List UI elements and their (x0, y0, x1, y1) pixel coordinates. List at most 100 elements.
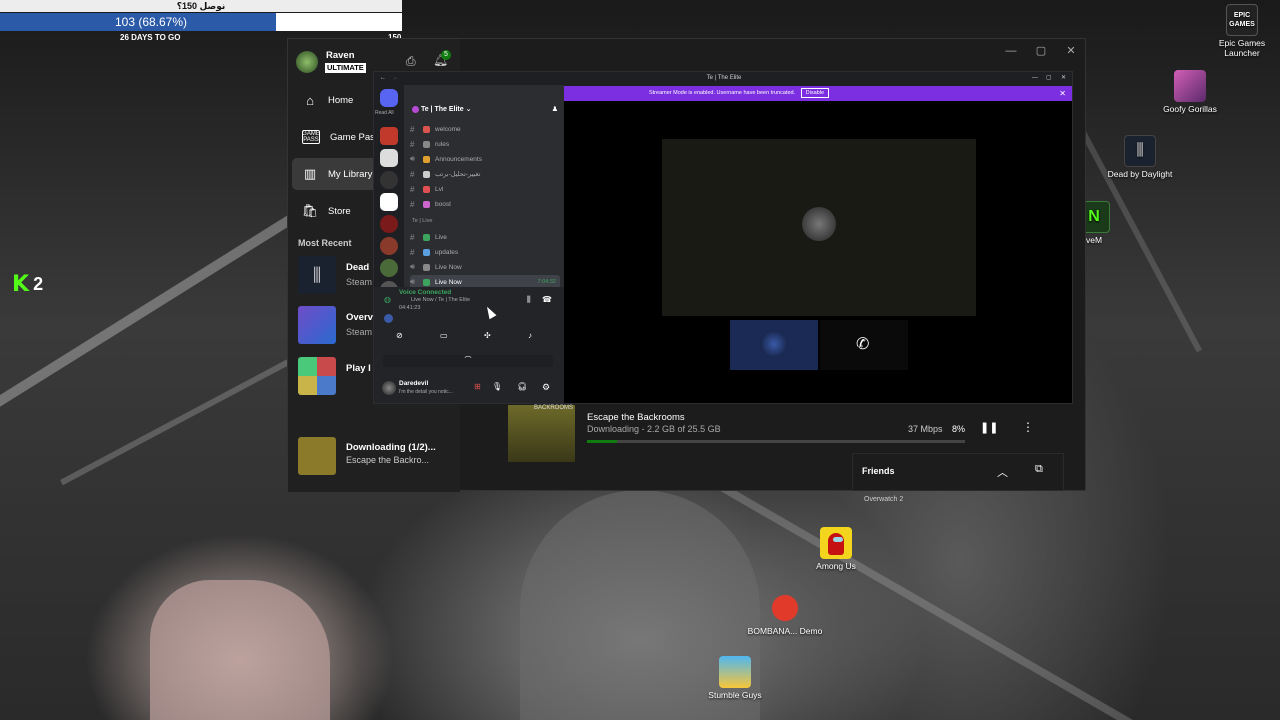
hash-icon: # (410, 169, 415, 179)
screen-share-icon[interactable]: ▭ (440, 331, 448, 340)
discord-home-icon[interactable] (380, 89, 398, 107)
goal-title: نوصل 150؟ (0, 0, 402, 12)
participant-avatar (760, 330, 788, 358)
channel-emoji-icon (423, 263, 430, 271)
downloading-queue-item[interactable]: Downloading (1/2)... Escape the Backro... (298, 437, 458, 477)
read-all-label[interactable]: Read All (375, 110, 394, 116)
channel-name: boost (435, 200, 451, 208)
disconnect-icon[interactable]: ☎ (542, 295, 552, 304)
more-options-icon[interactable]: ⋮ (1022, 420, 1034, 434)
pause-icon[interactable]: ❚❚ (980, 421, 998, 434)
channel-item[interactable]: # Lvl (410, 182, 560, 196)
channel-item[interactable]: 🔊︎ Live Now (410, 260, 560, 274)
camera-off-icon[interactable]: ⊘ (396, 331, 403, 340)
user-avatar[interactable] (382, 381, 396, 395)
server-icon[interactable] (380, 215, 398, 233)
recent-title: Dead (346, 262, 370, 273)
headphones-icon[interactable]: 🎧︎ (517, 382, 527, 391)
add-friend-icon[interactable]: ♟ (552, 102, 558, 118)
channel-item[interactable]: # Live (410, 230, 560, 244)
download-percent: 8% (952, 424, 966, 434)
kick-logo-icon: K (12, 272, 30, 297)
server-icon[interactable] (380, 193, 398, 211)
goofy-gorillas-icon (1174, 70, 1206, 102)
voice-channel-icon: 🔊︎ (410, 262, 416, 271)
goal-progress-text: 103 (68.67%) (114, 15, 188, 29)
download-speed: 37 Mbps (908, 424, 943, 434)
user-panel: Daredevil I'm the detail you notic... ⊞ … (374, 373, 564, 403)
microphone-icon[interactable]: 🎙︎ (492, 382, 502, 391)
chevron-up-icon[interactable]: ︿ (997, 464, 1008, 480)
participant-tile[interactable]: ✆ (820, 320, 908, 370)
stream-stage: ✆ (564, 101, 1072, 403)
channel-name: Announcements (435, 155, 482, 163)
printer-icon[interactable]: ⎙ (406, 54, 416, 69)
hash-icon: # (410, 247, 415, 257)
activities-icon[interactable]: ✣ (484, 331, 491, 340)
channel-item[interactable]: 🔊︎ Announcements (410, 152, 560, 166)
stream-avatar (802, 207, 836, 241)
goal-days-left: 26 DAYS TO GO (120, 33, 181, 42)
desktop-icon-among-us[interactable]: Among Us (796, 527, 876, 571)
download-title: Escape the Backrooms (587, 412, 685, 423)
server-icon[interactable] (380, 259, 398, 277)
voice-channel[interactable]: Live Now / Te | The Elite (411, 297, 470, 303)
discord-minimize-button[interactable]: — (1032, 72, 1038, 85)
forward-arrow-icon[interactable]: → (392, 72, 398, 85)
soundboard-icon[interactable]: ♪ (528, 331, 532, 340)
friends-panel[interactable]: Friends ︿ ⧉ (852, 453, 1064, 491)
desktop-icon-epic-games[interactable]: EPIC GAMES Epic Games Launcher (1202, 4, 1280, 58)
hash-icon: # (410, 124, 415, 134)
popout-icon[interactable]: ⧉ (1035, 463, 1043, 476)
settings-gear-icon[interactable]: ⚙ (542, 382, 550, 393)
noise-suppression-icon[interactable]: ⫼ (527, 295, 531, 305)
channel-item[interactable]: # updates (410, 245, 560, 259)
thumbnail-text: BACKROOMS (534, 405, 574, 411)
back-arrow-icon[interactable]: ← (380, 72, 386, 85)
among-us-icon (820, 527, 852, 559)
downloading-title: Downloading (1/2)... (346, 442, 436, 453)
close-button[interactable]: ✕ (1056, 42, 1086, 60)
minimize-button[interactable]: — (996, 42, 1026, 60)
channel-item[interactable]: # rules (410, 137, 560, 151)
gamepad-icon[interactable]: ⊞ (474, 382, 481, 391)
desktop-icon-bombana[interactable]: BOMBANA... Demo (745, 592, 825, 636)
channel-name: updates (435, 248, 459, 256)
server-icon[interactable] (380, 149, 398, 167)
banner-close-icon[interactable]: ✕ (1059, 86, 1066, 101)
channel-name: rules (435, 140, 450, 148)
channel-category[interactable]: Te | Live (412, 218, 432, 224)
main-stream-tile[interactable] (662, 139, 976, 316)
goal-progress-bar: 103 (68.67%) (0, 13, 402, 31)
user-display-name: Daredevil (399, 380, 429, 387)
desktop-icon-goofy-gorillas[interactable]: Goofy Gorillas (1150, 70, 1230, 114)
audio-settings-bar[interactable]: ⌒ (383, 355, 553, 367)
channel-name: Lvl (435, 185, 444, 193)
download-game-thumbnail: BACKROOMS (508, 405, 575, 462)
server-icon[interactable] (380, 237, 398, 255)
desktop-icon-dead-by-daylight[interactable]: ⫼ Dead by Daylight (1100, 135, 1180, 179)
channel-item[interactable]: # تغيير-تحليل-برتب (410, 167, 560, 181)
voice-status: Voice Connected (399, 289, 452, 296)
channel-item[interactable]: # welcome (410, 122, 560, 136)
maximize-button[interactable]: ▢ (1026, 42, 1056, 60)
recent-sub: Steam (346, 277, 373, 287)
server-header[interactable]: Te | The Elite ⌄ ♟ (404, 102, 564, 118)
discord-maximize-button[interactable]: ▢ (1046, 72, 1052, 85)
desktop-icon-label: Goofy Gorillas (1163, 104, 1217, 114)
discord-close-button[interactable]: ✕ (1061, 72, 1066, 85)
mini-avatar (384, 314, 393, 323)
participant-tile[interactable] (730, 320, 818, 370)
channel-item[interactable]: # boost (410, 197, 560, 211)
disable-streamer-mode-button[interactable]: Disable (800, 88, 829, 98)
download-progress-bar (587, 440, 965, 443)
channel-emoji-icon (423, 200, 430, 208)
desktop-icon-label: Dead by Daylight (1107, 169, 1173, 179)
friends-overflow-text: Overwatch 2 (864, 496, 904, 503)
server-icon[interactable] (380, 171, 398, 189)
avatar[interactable] (296, 51, 318, 73)
channel-name: تغيير-تحليل-برتب (435, 171, 481, 178)
server-icon[interactable] (380, 127, 398, 145)
desktop-icon-stumble-guys[interactable]: Stumble Guys (695, 656, 775, 700)
user-status: I'm the detail you notic... (399, 389, 453, 395)
